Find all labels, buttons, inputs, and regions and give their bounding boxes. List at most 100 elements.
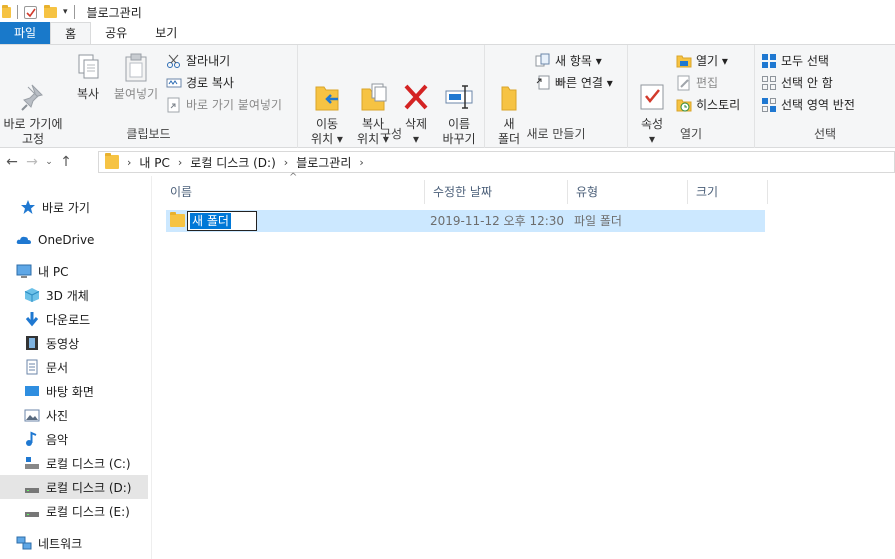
tab-view[interactable]: 보기 (141, 22, 191, 44)
nav-item-downloads[interactable]: 다운로드 (0, 307, 148, 331)
edit-icon (676, 75, 692, 91)
open-button[interactable]: 열기 ▾ (676, 51, 728, 71)
rename-icon (444, 66, 474, 109)
nav-item-pictures[interactable]: 사진 (0, 403, 148, 427)
new-folder-quick-icon[interactable] (44, 4, 57, 18)
picture-icon (24, 407, 40, 423)
folder-icon (2, 4, 11, 18)
history-icon (676, 97, 692, 113)
music-icon (24, 431, 40, 447)
file-list: ^ 이름 수정한 날짜 유형 크기 새 폴더 2019-11-12 오후 12:… (152, 172, 895, 559)
nav-item-this-pc[interactable]: 내 PC (0, 259, 148, 283)
nav-item-desktop[interactable]: 바탕 화면 (0, 379, 148, 403)
breadcrumb-this-pc[interactable]: 내 PC (139, 154, 169, 171)
recent-locations-chevron-icon[interactable]: ⌄ (42, 157, 56, 167)
document-icon (24, 359, 40, 375)
column-header-size[interactable]: 크기 (688, 180, 768, 204)
properties-quick-icon[interactable] (24, 5, 37, 19)
folder-icon (105, 153, 119, 169)
nav-item-local-disk-d[interactable]: 로컬 디스크 (D:) (0, 475, 148, 499)
open-group-label: 열기 (679, 127, 703, 141)
cell-type: 파일 폴더 (574, 214, 622, 228)
nav-item-videos[interactable]: 동영상 (0, 331, 148, 355)
up-arrow-icon[interactable]: ↑ (56, 154, 76, 170)
chevron-right-icon[interactable]: › (178, 156, 182, 169)
new-group-label: 새로 만들기 (526, 127, 586, 141)
network-icon (16, 535, 32, 551)
paste-button[interactable]: 붙여넣기 (108, 51, 164, 102)
chevron-right-icon[interactable]: › (127, 156, 131, 169)
new-folder-icon (494, 66, 524, 111)
cube-icon (24, 287, 40, 303)
history-button[interactable]: 히스토리 (676, 95, 740, 115)
nav-item-local-disk-c[interactable]: 로컬 디스크 (C:) (0, 451, 148, 475)
navigation-bar: ← → ⌄ ↑ › 내 PC › 로컬 디스크 (D:) › 블로그관리 › (0, 150, 895, 174)
address-bar[interactable]: › 내 PC › 로컬 디스크 (D:) › 블로그관리 › (98, 151, 895, 173)
cell-modified: 2019-11-12 오후 12:30 (430, 214, 565, 228)
breadcrumb-blog-admin[interactable]: 블로그관리 (296, 154, 351, 171)
tab-home[interactable]: 홈 (50, 22, 92, 44)
edit-button[interactable]: 편집 (676, 73, 718, 93)
tab-file[interactable]: 파일 (0, 22, 51, 44)
clipboard-group-label: 클립보드 (126, 127, 171, 141)
new-item-icon (535, 53, 551, 69)
nav-item-music[interactable]: 음악 (0, 427, 148, 451)
folder-icon (170, 212, 185, 227)
select-all-button[interactable]: 모두 선택 (761, 51, 829, 71)
breadcrumb-local-disk-d[interactable]: 로컬 디스크 (D:) (190, 154, 275, 171)
title-bar: ▾ 블로그관리 (0, 0, 895, 24)
divider (40, 5, 41, 19)
properties-icon (637, 66, 667, 110)
tab-share[interactable]: 공유 (91, 22, 141, 44)
open-folder-icon (676, 53, 692, 69)
drive-icon (24, 455, 40, 471)
window-title: 블로그관리 (86, 5, 142, 20)
select-none-icon (761, 75, 777, 91)
cloud-icon (16, 232, 32, 248)
rename-input[interactable]: 새 폴더 (187, 211, 257, 231)
divider (73, 5, 75, 19)
scissors-icon (166, 53, 182, 69)
select-none-button[interactable]: 선택 안 함 (761, 73, 833, 93)
back-arrow-icon[interactable]: ← (2, 154, 22, 170)
new-item-button[interactable]: 새 항목 ▾ (535, 51, 602, 71)
easy-access-button[interactable]: 빠른 연결 ▾ (535, 73, 613, 93)
nav-item-onedrive[interactable]: OneDrive (0, 228, 148, 252)
nav-item-quick-access[interactable]: 바로 가기 (0, 195, 148, 219)
nav-item-3d-objects[interactable]: 3D 개체 (0, 283, 148, 307)
paste-shortcut-button[interactable]: 바로 가기 붙여넣기 (166, 95, 282, 115)
customize-quick-access-icon[interactable]: ▾ (63, 7, 68, 17)
nav-item-local-disk-e[interactable]: 로컬 디스크 (E:) (0, 499, 148, 523)
copy-icon (73, 51, 103, 83)
pin-icon (18, 66, 48, 111)
invert-selection-button[interactable]: 선택 영역 반전 (761, 95, 855, 115)
invert-selection-icon (761, 97, 777, 113)
paste-shortcut-icon (166, 97, 182, 113)
select-group-label: 선택 (813, 127, 837, 141)
nav-item-documents[interactable]: 문서 (0, 355, 148, 379)
chevron-right-icon[interactable]: › (284, 156, 288, 169)
new-group: 새 폴더 새 항목 ▾ 빠른 연결 ▾ 새로 만들기 (485, 45, 628, 148)
move-to-icon (312, 66, 342, 111)
column-header-name[interactable]: 이름 (162, 180, 425, 204)
cut-button[interactable]: 잘라내기 (166, 51, 230, 71)
easy-access-icon (535, 75, 551, 91)
drive-icon (24, 479, 40, 495)
nav-item-network[interactable]: 네트워크 (0, 531, 148, 555)
chevron-right-icon[interactable]: › (359, 156, 363, 169)
navigation-pane: 바로 가기 OneDrive 내 PC 3D 개체 다운로드 동영상 문서 바탕… (0, 176, 152, 559)
forward-arrow-icon[interactable]: → (22, 154, 42, 170)
download-icon (24, 311, 40, 327)
open-group: 속성 ▾ 열기 ▾ 편집 히스토리 열기 (628, 45, 755, 148)
select-group: 모두 선택 선택 안 함 선택 영역 반전 선택 (755, 45, 895, 148)
column-header-type[interactable]: 유형 (568, 180, 688, 204)
clipboard-icon (121, 51, 151, 83)
copy-button[interactable]: 복사 (70, 51, 106, 102)
video-icon (24, 335, 40, 351)
drive-icon (24, 503, 40, 519)
copy-path-button[interactable]: 경로 복사 (166, 73, 234, 93)
star-icon (20, 199, 36, 215)
table-row[interactable]: 새 폴더 2019-11-12 오후 12:30 파일 폴더 (166, 210, 765, 232)
column-header-modified[interactable]: 수정한 날짜 (425, 180, 568, 204)
copy-path-icon (166, 75, 182, 91)
